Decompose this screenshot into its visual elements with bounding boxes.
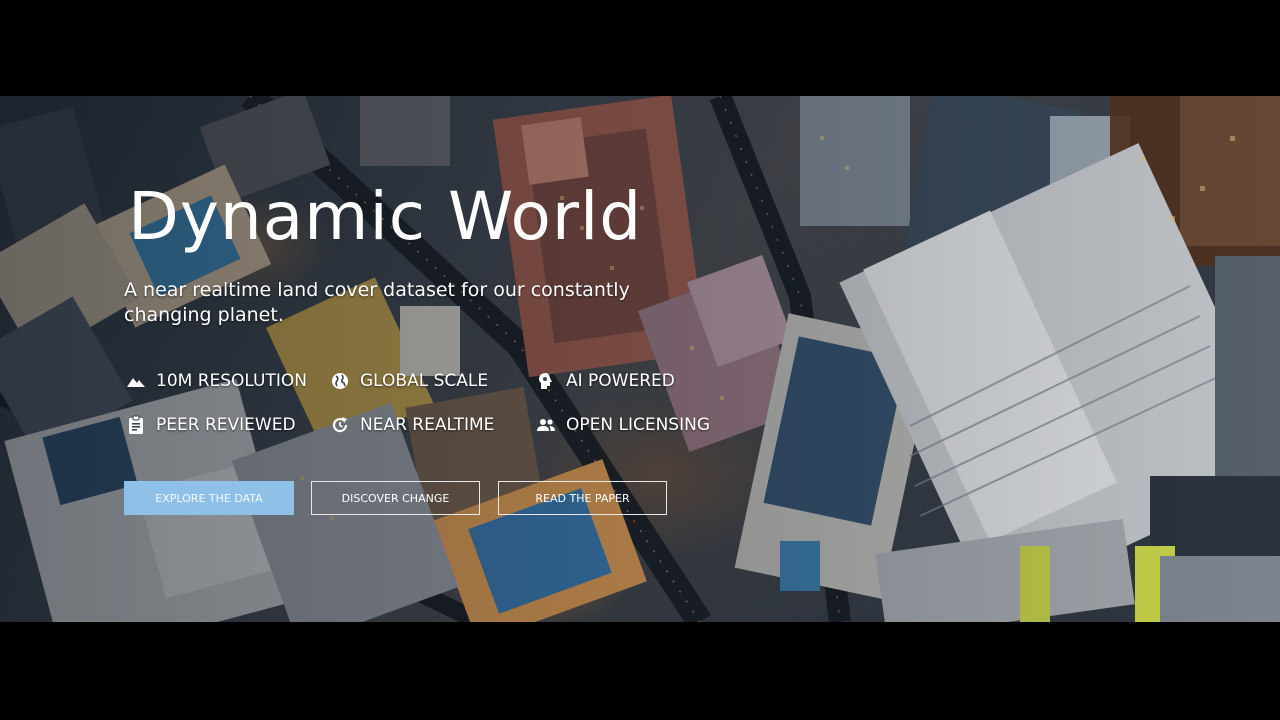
landscape-icon — [126, 371, 146, 391]
explore-data-button[interactable]: EXPLORE THE DATA — [124, 481, 294, 515]
feature-label: NEAR REALTIME — [360, 415, 495, 435]
head-brain-icon — [536, 371, 556, 391]
clipboard-icon — [126, 415, 146, 435]
feature-label: 10M RESOLUTION — [156, 371, 307, 391]
letterbox-bottom — [0, 622, 1280, 720]
hero-overlay — [0, 96, 1280, 622]
feature-label: OPEN LICENSING — [566, 415, 711, 435]
feature-label: PEER REVIEWED — [156, 415, 296, 435]
hero-background — [0, 96, 1280, 622]
feature-open-licensing: OPEN LICENSING — [536, 415, 710, 435]
feature-ai-powered: AI POWERED — [536, 371, 675, 391]
feature-label: GLOBAL SCALE — [360, 371, 489, 391]
globe-icon — [330, 371, 350, 391]
feature-label: AI POWERED — [566, 371, 675, 391]
page-title: Dynamic World — [128, 178, 643, 255]
feature-global-scale: GLOBAL SCALE — [330, 371, 488, 391]
read-paper-button[interactable]: READ THE PAPER — [498, 481, 667, 515]
refresh-icon — [330, 415, 350, 435]
people-icon — [536, 415, 556, 435]
discover-change-button[interactable]: DISCOVER CHANGE — [311, 481, 480, 515]
feature-peer-reviewed: PEER REVIEWED — [126, 415, 296, 435]
feature-near-realtime: NEAR REALTIME — [330, 415, 494, 435]
page-subtitle: A near realtime land cover dataset for o… — [124, 279, 630, 326]
letterbox-top — [0, 0, 1280, 96]
feature-resolution: 10M RESOLUTION — [126, 371, 307, 391]
